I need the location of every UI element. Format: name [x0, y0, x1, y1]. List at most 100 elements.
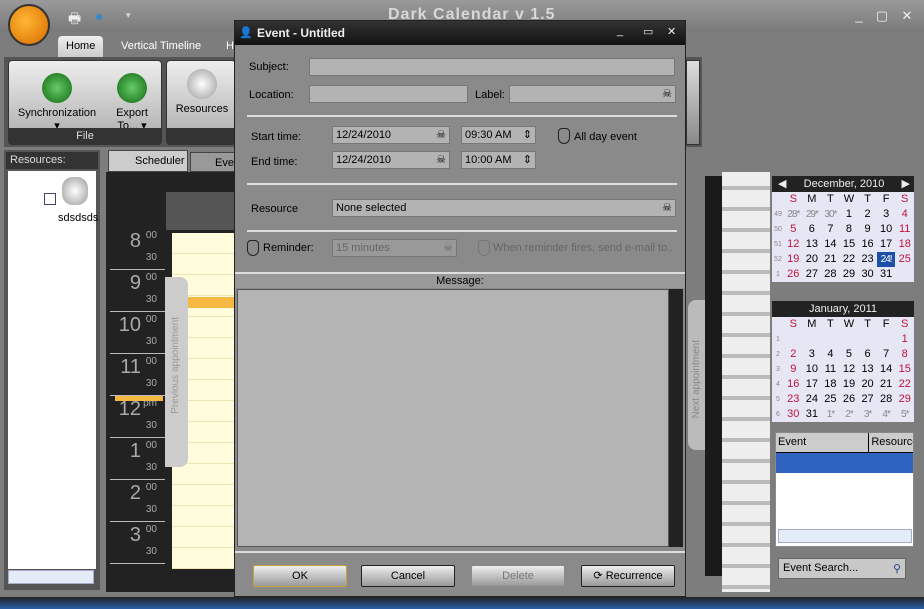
calendar-day[interactable]: 1 [840, 207, 859, 222]
calendar-day[interactable]: 13 [858, 362, 877, 377]
calendar-day[interactable]: 26 [784, 267, 803, 282]
grid-scrollbar[interactable] [778, 529, 912, 543]
calendar-day[interactable]: 30* [821, 207, 840, 222]
calendar-day[interactable]: 18 [895, 237, 914, 252]
scroll-track[interactable] [705, 176, 722, 576]
calendar-day[interactable]: 12 [840, 362, 859, 377]
selected-row[interactable] [776, 453, 913, 473]
calendar-day[interactable]: 29 [895, 392, 914, 407]
calendar-day[interactable]: 14 [877, 362, 896, 377]
resources-scrollbar[interactable] [8, 570, 94, 584]
end-time-spinner[interactable]: 10:00 AM ⇕ [461, 151, 536, 169]
calendar-day[interactable]: 22 [840, 252, 859, 267]
app-menu-pumpkin-icon[interactable] [8, 4, 50, 46]
calendar-day[interactable]: 20 [803, 252, 822, 267]
calendar-day[interactable]: 8 [895, 347, 914, 362]
cancel-button[interactable]: Cancel [361, 565, 455, 587]
calendar-day[interactable]: 19 [840, 377, 859, 392]
calendar-day[interactable]: 21 [877, 377, 896, 392]
calendar-day[interactable]: 29* [803, 207, 822, 222]
calendar-day[interactable]: 23 [784, 392, 803, 407]
calendar-day[interactable]: 17 [803, 377, 822, 392]
location-input[interactable] [309, 85, 468, 103]
calendar-day[interactable]: 30 [858, 267, 877, 282]
calendar-day[interactable]: 6 [803, 222, 822, 237]
tab-events[interactable]: Eve [190, 152, 236, 172]
minimize-button[interactable]: _ [850, 8, 868, 24]
tab-scheduler[interactable]: Scheduler [108, 150, 188, 172]
calendar-day[interactable]: 7 [877, 347, 896, 362]
calendar-day[interactable]: 5* [895, 407, 914, 422]
message-textarea[interactable] [237, 289, 669, 547]
calendar-day[interactable]: 28* [784, 207, 803, 222]
print-icon[interactable]: 🖶 [68, 8, 81, 32]
prev-month-arrow-icon[interactable]: ◀ [772, 176, 786, 192]
reminder-dropdown[interactable]: 15 minutes ☠ [332, 239, 457, 257]
calendar-day[interactable]: 25 [895, 252, 914, 267]
calendar-day[interactable]: 13 [803, 237, 822, 252]
resource-dropdown[interactable]: None selected ☠ [332, 199, 676, 217]
calendar-day[interactable]: 12 [784, 237, 803, 252]
calendar-day[interactable]: 10 [877, 222, 896, 237]
calendar-day[interactable]: 25 [821, 392, 840, 407]
calendar-day[interactable]: 27 [858, 392, 877, 407]
maximize-button[interactable]: ▢ [873, 8, 891, 24]
dialog-maximize-button[interactable]: ▭ [643, 25, 653, 38]
export-to-button[interactable]: Export To... ▾ [105, 73, 159, 133]
calendar-day[interactable]: 15 [840, 237, 859, 252]
reminder-checkbox[interactable] [247, 240, 259, 256]
calendar-day[interactable]: 10 [803, 362, 822, 377]
calendar-day[interactable]: 6 [858, 347, 877, 362]
calendar-day[interactable]: 11 [895, 222, 914, 237]
start-time-spinner[interactable]: 09:30 AM ⇕ [461, 126, 536, 144]
calendar-day[interactable]: 21 [821, 252, 840, 267]
calendar-day[interactable]: 2 [858, 207, 877, 222]
column-header-event[interactable]: Event [776, 433, 870, 452]
calendar-day[interactable]: 24 [803, 392, 822, 407]
calendar-day[interactable]: 28 [821, 267, 840, 282]
all-day-checkbox[interactable] [558, 128, 570, 144]
calendar-day[interactable]: 30 [784, 407, 803, 422]
calendar-day[interactable]: 1 [895, 332, 914, 347]
end-date-picker[interactable]: 12/24/2010 ☠ [332, 151, 450, 169]
delete-button[interactable]: Delete [471, 565, 565, 587]
calendar-day[interactable]: 8 [840, 222, 859, 237]
start-date-picker[interactable]: 12/24/2010 ☠ [332, 126, 450, 144]
calendar-day[interactable]: 9 [784, 362, 803, 377]
calendar-day[interactable]: 18 [821, 377, 840, 392]
calendar-day[interactable]: 2 [784, 347, 803, 362]
calendar-day[interactable]: 28 [877, 392, 896, 407]
calendar-day[interactable]: 5 [784, 222, 803, 237]
calendar-day[interactable]: 17 [877, 237, 896, 252]
binoculars-icon[interactable]: ⚲ [893, 562, 901, 575]
calendar-day[interactable]: 3 [803, 347, 822, 362]
calendar-day[interactable]: 2* [840, 407, 859, 422]
synchronization-button[interactable]: Synchronization ▾ [15, 73, 99, 133]
dialog-minimize-button[interactable]: _ [617, 25, 623, 37]
label-dropdown[interactable]: ☠ [509, 85, 676, 103]
calendar-day[interactable]: 27 [803, 267, 822, 282]
calendar-day[interactable]: 20 [858, 377, 877, 392]
calendar-day[interactable]: 19 [784, 252, 803, 267]
calendar-day[interactable]: 9 [858, 222, 877, 237]
calendar-day[interactable]: 1* [821, 407, 840, 422]
resources-button[interactable]: Resources [169, 69, 235, 116]
calendar-day[interactable]: 22 [895, 377, 914, 392]
calendar-day[interactable]: 24! [876, 252, 896, 267]
calendar-day[interactable]: 26 [840, 392, 859, 407]
column-header-resource[interactable]: Resource [869, 433, 913, 452]
calendar-day[interactable]: 15 [895, 362, 914, 377]
calendar-day[interactable]: 4* [877, 407, 896, 422]
calendar-day[interactable]: 16 [858, 237, 877, 252]
next-appointment-button[interactable]: Next appointment [688, 300, 705, 450]
previous-appointment-button[interactable]: Previous appointment [165, 277, 188, 467]
calendar-day[interactable]: 29 [840, 267, 859, 282]
calendar-day[interactable]: 31 [803, 407, 822, 422]
calendar-day[interactable]: 4 [821, 347, 840, 362]
calendar-day[interactable]: 4 [895, 207, 914, 222]
ok-button[interactable]: OK [253, 565, 347, 587]
calendar-day[interactable]: 14 [821, 237, 840, 252]
subject-input[interactable] [309, 58, 675, 76]
calendar-day[interactable]: 11 [821, 362, 840, 377]
quick-access-dropdown-icon[interactable]: ▾ [126, 10, 131, 21]
